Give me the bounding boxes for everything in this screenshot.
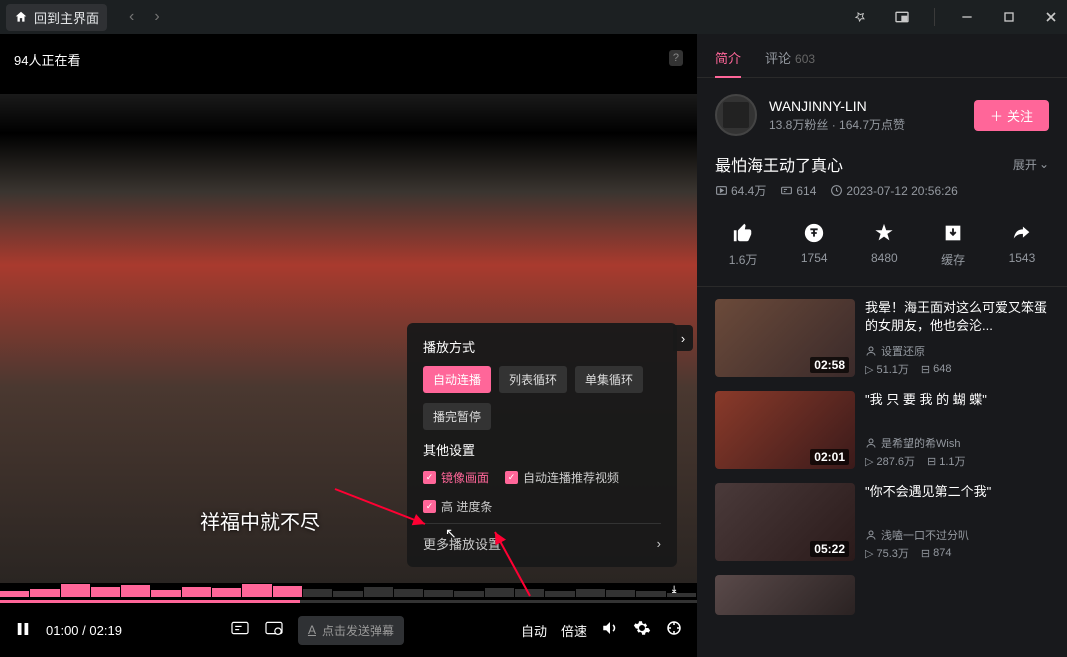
nav-forward-icon[interactable]: ›	[154, 8, 159, 26]
progress-bar[interactable]: ⇥	[0, 583, 697, 603]
help-icon[interactable]: ?	[669, 50, 683, 66]
mode-auto-next[interactable]: 自动连播	[423, 366, 491, 393]
mode-list-loop[interactable]: 列表循环	[499, 366, 567, 393]
related-item[interactable]: 05:22 你不会遇见第二个我 浅嗑一口不过分叭 ▷ 75.3万⊟ 874	[715, 483, 1049, 561]
settings-popup: › 播放方式 自动连播 列表循环 单集循环 播完暂停 其他设置 ✓镜像画面 ✓自…	[407, 323, 677, 567]
author-avatar[interactable]	[715, 94, 757, 136]
play-mode-title: 播放方式	[423, 337, 661, 356]
progress-marker-icon: ⇥	[668, 585, 679, 593]
hq-progress-checkbox[interactable]: ✓高 进度条	[423, 498, 492, 515]
tab-comments[interactable]: 评论603	[765, 48, 815, 77]
video-player[interactable]: 94人正在看 ? WANJINNY-LIN ilibili WANJINNY-L…	[0, 34, 697, 657]
related-item[interactable]: 02:01 我 只 要 我 的 蝴 蝶 是希望的希Wish ▷ 287.6万⊟ …	[715, 391, 1049, 469]
tab-intro[interactable]: 简介	[715, 48, 741, 77]
pip-icon[interactable]	[892, 7, 912, 27]
danmu-toggle-icon[interactable]	[230, 620, 250, 641]
coin-button[interactable]: 1754	[801, 221, 828, 268]
cache-button[interactable]: 缓存	[941, 221, 965, 268]
auto-rec-checkbox[interactable]: ✓自动连播推荐视频	[505, 469, 619, 486]
fullscreen-icon[interactable]	[665, 619, 683, 642]
viewer-count: 94人正在看	[14, 50, 80, 69]
minimize-icon[interactable]	[957, 7, 977, 27]
pin-icon[interactable]	[850, 7, 870, 27]
maximize-icon[interactable]	[999, 7, 1019, 27]
share-button[interactable]: 1543	[1009, 221, 1036, 268]
sidebar: 简介 评论603 WANJINNY-LIN 13.8万粉丝 · 164.7万点赞…	[697, 34, 1067, 657]
mode-single-loop[interactable]: 单集循环	[575, 366, 643, 393]
mode-pause-end[interactable]: 播完暂停	[423, 403, 491, 430]
popup-collapse-icon[interactable]: ›	[673, 325, 693, 351]
nav-back-icon[interactable]: ‹	[129, 8, 134, 26]
speed-button[interactable]: 倍速	[561, 621, 587, 640]
related-list: 02:58 我晕！海王面对这么可爱又笨蛋的女朋友，他也会沦... 设置还原 ▷ …	[697, 287, 1067, 641]
quality-button[interactable]: 自动	[521, 621, 547, 640]
author-stats: 13.8万粉丝 · 164.7万点赞	[769, 116, 962, 133]
time-display: 01:00 / 02:19	[46, 623, 122, 638]
video-title: 最怕海王动了真心	[715, 152, 843, 176]
volume-icon[interactable]	[601, 619, 619, 642]
related-item[interactable]: 02:58 我晕！海王面对这么可爱又笨蛋的女朋友，他也会沦... 设置还原 ▷ …	[715, 299, 1049, 377]
home-button[interactable]: 回到主界面	[6, 4, 107, 31]
settings-icon[interactable]	[633, 619, 651, 642]
close-icon[interactable]	[1041, 7, 1061, 27]
danmu-input[interactable]: A点击发送弹幕	[298, 616, 404, 645]
follow-button[interactable]: ＋关注	[974, 100, 1049, 131]
more-settings[interactable]: 更多播放设置›	[423, 523, 661, 553]
title-bar: 回到主界面 ‹ ›	[0, 0, 1067, 34]
subtitle: 祥福中就不尽	[200, 506, 320, 535]
favorite-button[interactable]: 8480	[871, 221, 898, 268]
author-name[interactable]: WANJINNY-LIN	[769, 98, 962, 114]
pause-button[interactable]	[14, 620, 32, 641]
video-stats: 64.4万 614 2023-07-12 20:56:26	[715, 182, 1049, 199]
like-button[interactable]: 1.6万	[729, 221, 758, 268]
other-settings-title: 其他设置	[423, 440, 661, 459]
danmu-settings-icon[interactable]	[264, 620, 284, 641]
mirror-checkbox[interactable]: ✓镜像画面	[423, 469, 489, 486]
related-item[interactable]	[715, 575, 1049, 615]
expand-button[interactable]: 展开 ⌄	[1013, 156, 1049, 173]
player-controls: 01:00 / 02:19 A点击发送弹幕 自动 倍速	[0, 603, 697, 657]
